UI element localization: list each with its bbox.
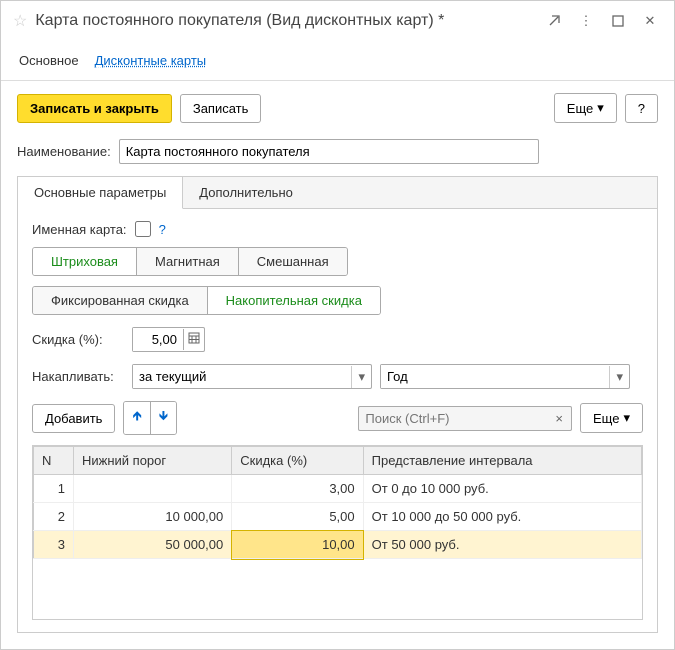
accumulate-period-dropdown[interactable]: ▾ [351, 366, 371, 388]
table-more-label: Еще [593, 411, 619, 426]
more-button[interactable]: Еще ▾ [554, 93, 617, 123]
named-card-checkbox[interactable] [135, 221, 151, 237]
cell-n[interactable]: 1 [34, 475, 74, 503]
discounttype-accumulative[interactable]: Накопительная скидка [208, 287, 380, 314]
add-row-button[interactable]: Добавить [32, 404, 115, 433]
name-label: Наименование: [17, 144, 111, 159]
move-up-button[interactable]: 🡹 [124, 402, 150, 434]
name-input[interactable] [119, 139, 539, 164]
cell-discount[interactable]: 3,00 [232, 475, 363, 503]
more-button-label: Еще [567, 101, 593, 116]
cell-interval[interactable]: От 10 000 до 50 000 руб. [363, 503, 641, 531]
accumulate-period-input[interactable] [133, 365, 351, 388]
clear-search-button[interactable]: × [547, 408, 571, 429]
panel-tab-extra[interactable]: Дополнительно [183, 177, 309, 208]
discount-label: Скидка (%): [32, 332, 124, 347]
thresholds-table: N Нижний порог Скидка (%) Представление … [33, 446, 642, 559]
discount-input[interactable] [133, 328, 183, 351]
accumulate-label: Накапливать: [32, 369, 124, 384]
col-threshold[interactable]: Нижний порог [74, 447, 232, 475]
link-icon[interactable] [542, 9, 566, 33]
save-button[interactable]: Записать [180, 94, 262, 123]
cell-threshold[interactable]: 10 000,00 [74, 503, 232, 531]
nav-tab-main[interactable]: Основное [19, 49, 79, 72]
panel-tab-params[interactable]: Основные параметры [18, 177, 183, 209]
close-icon[interactable]: ✕ [638, 9, 662, 33]
discounttype-fixed[interactable]: Фиксированная скидка [33, 287, 208, 314]
cell-threshold[interactable] [74, 475, 232, 503]
accumulate-unit-dropdown[interactable]: ▾ [609, 366, 629, 388]
move-down-button[interactable]: 🡻 [151, 402, 176, 434]
accumulate-unit-input[interactable] [381, 365, 609, 388]
cardtype-barcode[interactable]: Штриховая [33, 248, 137, 275]
nav-tab-cards[interactable]: Дисконтные карты [95, 49, 207, 72]
save-and-close-button[interactable]: Записать и закрыть [17, 94, 172, 123]
col-interval[interactable]: Представление интервала [363, 447, 641, 475]
table-more-button[interactable]: Еще ▾ [580, 403, 643, 433]
cell-n[interactable]: 2 [34, 503, 74, 531]
cell-n[interactable]: 3 [34, 531, 74, 559]
cell-discount[interactable]: 10,00 [232, 531, 363, 559]
cardtype-mixed[interactable]: Смешанная [239, 248, 347, 275]
table-row[interactable]: 3 50 000,00 10,00 От 50 000 руб. [34, 531, 642, 559]
cell-discount[interactable]: 5,00 [232, 503, 363, 531]
favorite-star-icon[interactable]: ☆ [13, 11, 27, 31]
chevron-down-icon: ▾ [597, 100, 604, 116]
cell-interval[interactable]: От 0 до 10 000 руб. [363, 475, 641, 503]
help-button[interactable]: ? [625, 94, 658, 123]
table-empty-area [33, 559, 642, 619]
window-title: Карта постоянного покупателя (Вид дискон… [35, 12, 534, 30]
table-row[interactable]: 1 3,00 От 0 до 10 000 руб. [34, 475, 642, 503]
calculator-icon[interactable] [183, 329, 204, 350]
named-card-label: Именная карта: [32, 222, 127, 237]
search-input[interactable] [359, 407, 547, 430]
cell-threshold[interactable]: 50 000,00 [74, 531, 232, 559]
chevron-down-icon: ▾ [623, 410, 630, 426]
col-n[interactable]: N [34, 447, 74, 475]
cell-interval[interactable]: От 50 000 руб. [363, 531, 641, 559]
cardtype-magnetic[interactable]: Магнитная [137, 248, 239, 275]
col-discount[interactable]: Скидка (%) [232, 447, 363, 475]
named-card-help[interactable]: ? [159, 222, 166, 237]
table-row[interactable]: 2 10 000,00 5,00 От 10 000 до 50 000 руб… [34, 503, 642, 531]
maximize-icon[interactable] [606, 9, 630, 33]
more-icon[interactable]: ⋮ [574, 9, 598, 33]
